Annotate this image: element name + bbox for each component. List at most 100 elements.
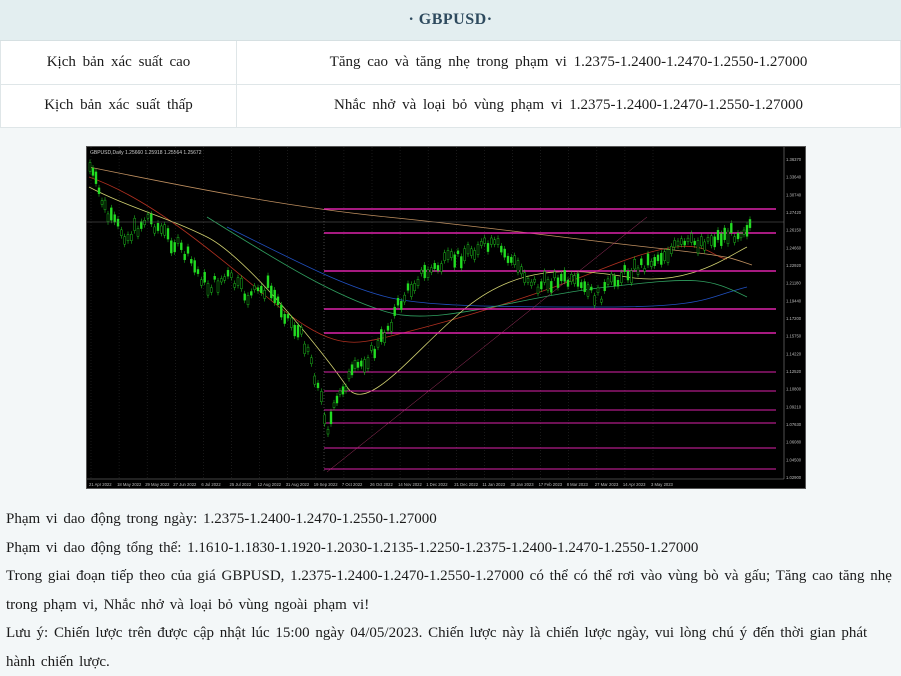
candle-body	[400, 301, 403, 310]
candle-body	[616, 280, 620, 287]
candle-body	[203, 271, 206, 283]
candle-body	[376, 340, 380, 348]
time-tick-label: 27 Jun 2022	[173, 482, 197, 487]
candle-body	[230, 272, 233, 278]
price-tick-label: 1.36370	[786, 157, 802, 162]
candle-body	[91, 167, 95, 176]
price-tick-label: 1.26150	[786, 228, 802, 233]
candle-body	[130, 234, 133, 241]
candle-body	[320, 391, 323, 402]
candle-body	[223, 276, 226, 281]
candle-body	[190, 259, 193, 264]
price-tick-label: 1.15750	[786, 334, 802, 339]
candle-body	[136, 228, 140, 237]
scenario-text: Tăng cao và tăng nhẹ trong phạm vi 1.237…	[236, 41, 901, 85]
time-tick-label: 11 Jan 2023	[482, 482, 505, 487]
candle-body	[183, 253, 186, 261]
candle-body	[236, 277, 240, 286]
candle-body	[338, 390, 342, 395]
price-tick-label: 1.24660	[786, 245, 802, 250]
candle-body	[580, 282, 583, 289]
time-tick-label: 27 Mar 2023	[595, 482, 619, 487]
candle-body	[533, 278, 536, 283]
time-tick-label: 14 Nov 2022	[398, 482, 422, 487]
candle-body	[213, 276, 216, 280]
time-tick-label: 6 Jul 2022	[201, 482, 221, 487]
candle-body	[453, 254, 456, 268]
price-tick-label: 1.17200	[786, 316, 802, 321]
candle-body	[730, 223, 733, 233]
page-title: · GBPUSD·	[408, 11, 493, 28]
candle-body	[260, 285, 263, 294]
note-paragraph: Lưu ý: Chiến lược trên được cập nhật lúc…	[6, 625, 868, 670]
candle-body	[246, 295, 250, 305]
price-tick-label: 1.10800	[786, 387, 802, 392]
candle-body	[653, 257, 656, 267]
candle-body	[748, 219, 752, 228]
candle-body	[243, 293, 246, 301]
candle-body	[210, 287, 213, 293]
time-tick-label: 30 Jan 2023	[511, 482, 535, 487]
candle-body	[403, 294, 406, 303]
candle-body	[723, 227, 726, 240]
price-tick-label: 1.02900	[786, 475, 802, 480]
candle-body	[103, 199, 107, 211]
candle-body	[656, 254, 660, 262]
candle-body	[623, 265, 626, 272]
candle-body	[110, 207, 113, 221]
candle-body	[546, 279, 550, 291]
candle-body	[386, 325, 390, 331]
candle-body	[126, 234, 130, 242]
candle-body	[596, 287, 600, 293]
trend-line	[326, 216, 648, 473]
candle-body	[460, 256, 463, 269]
candle-body	[88, 162, 92, 172]
candle-body	[483, 237, 486, 244]
candle-body	[620, 272, 623, 283]
candle-body	[276, 296, 280, 306]
candle-body	[253, 285, 256, 290]
chart-svg: GBPUSD,Daily 1.25660 1.25918 1.25564 1.2…	[87, 147, 802, 487]
moving-average-line	[226, 226, 748, 308]
candle-body	[663, 251, 666, 261]
scenario-text: Nhắc nhở và loại bỏ vùng phạm vi 1.2375-…	[236, 83, 901, 128]
candle-body	[696, 240, 700, 254]
candle-body	[290, 317, 293, 328]
candle-body	[341, 386, 345, 395]
candle-body	[720, 233, 723, 246]
candle-body	[220, 278, 223, 283]
candle-body	[516, 260, 520, 273]
candle-body	[335, 395, 339, 404]
candle-body	[163, 224, 166, 236]
candle-body	[603, 281, 606, 292]
candle-body	[100, 200, 104, 205]
candle-body	[350, 364, 354, 376]
candle-body	[456, 250, 460, 255]
candle-body	[240, 277, 243, 289]
candle-body	[553, 271, 556, 279]
outlook-paragraph: Trong giai đoạn tiếp theo của giá GBPUSD…	[6, 568, 892, 613]
time-tick-label: 26 Oct 2022	[370, 482, 393, 487]
candle-body	[643, 268, 646, 272]
candle-body	[233, 283, 236, 288]
candle-body	[266, 275, 270, 288]
candle-body	[493, 239, 496, 245]
candle-body	[436, 265, 440, 271]
candle-body	[613, 275, 616, 287]
candle-body	[490, 237, 493, 245]
candle-body	[480, 241, 483, 246]
candle-body	[326, 429, 330, 435]
candle-body	[470, 248, 473, 256]
time-tick-label: 17 Feb 2023	[539, 482, 563, 487]
price-tick-label: 1.04500	[786, 457, 802, 462]
candle-body	[113, 214, 116, 223]
price-tick-label: 1.14220	[786, 351, 802, 356]
price-tick-label: 1.07630	[786, 422, 802, 427]
candle-body	[156, 223, 160, 231]
candle-body	[513, 255, 516, 266]
candle-body	[520, 266, 523, 275]
candle-body	[666, 249, 670, 263]
price-tick-label: 1.27420	[786, 210, 802, 215]
candle-body	[150, 214, 153, 225]
candle-body	[332, 402, 336, 408]
